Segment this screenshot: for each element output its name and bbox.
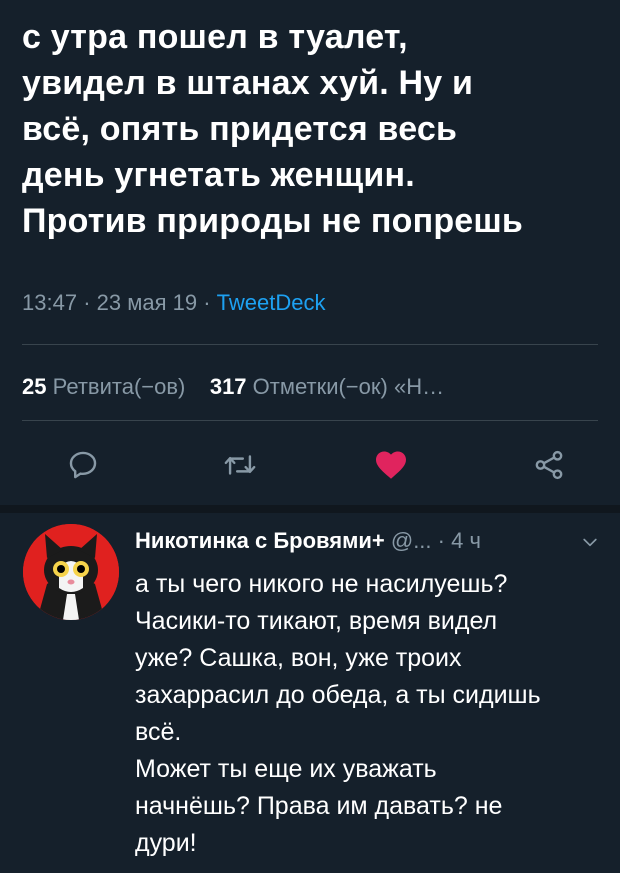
- retweet-button[interactable]: [215, 440, 265, 490]
- likes-label: Отметки(−ок) «Н…: [252, 374, 445, 399]
- tweet-text: с утра пошел в туалет, увидел в штанах х…: [22, 18, 524, 240]
- reply-button[interactable]: [58, 440, 108, 490]
- tweet-source-link[interactable]: TweetDeck: [217, 290, 326, 315]
- reply-text: а ты чего никого не насилуешь? Часики-то…: [135, 570, 541, 857]
- retweets-label: Ретвита(−ов): [52, 374, 186, 399]
- section-separator: [0, 505, 620, 513]
- cat-avatar-image: [23, 524, 119, 620]
- tweet-meta: 13:47 · 23 мая 19 · TweetDeck: [22, 290, 326, 316]
- heart-icon: [376, 451, 406, 479]
- divider: [22, 344, 598, 345]
- reply-header: Никотинка с Бровями+ @... · 4 ч: [135, 528, 615, 554]
- tweet-time: 13:47: [22, 290, 78, 315]
- share-button[interactable]: [524, 440, 574, 490]
- tweet-stats: 25 Ретвита(−ов) 317 Отметки(−ок) «Н…: [22, 374, 444, 400]
- reply-menu-button[interactable]: [580, 532, 600, 557]
- share-icon: [535, 450, 563, 480]
- reply-author-handle[interactable]: @...: [391, 528, 432, 553]
- likes-stat[interactable]: 317 Отметки(−ок) «Н…: [210, 374, 444, 399]
- retweet-icon: [224, 455, 256, 475]
- reply-icon: [69, 451, 97, 479]
- retweets-count: 25: [22, 374, 47, 399]
- reply-avatar[interactable]: [23, 524, 119, 620]
- divider: [22, 420, 598, 421]
- chevron-down-icon: [583, 538, 597, 547]
- like-button[interactable]: [366, 440, 416, 490]
- tweet-actions: [0, 440, 620, 490]
- reply-author-name[interactable]: Никотинка с Бровями+: [135, 528, 385, 553]
- retweets-stat[interactable]: 25 Ретвита(−ов): [22, 374, 185, 399]
- likes-count: 317: [209, 374, 247, 399]
- meta-separator: ·: [203, 290, 211, 315]
- reply-time: · 4 ч: [437, 528, 481, 553]
- meta-separator: ·: [83, 290, 91, 315]
- tweet-date: 23 мая 19: [96, 290, 198, 315]
